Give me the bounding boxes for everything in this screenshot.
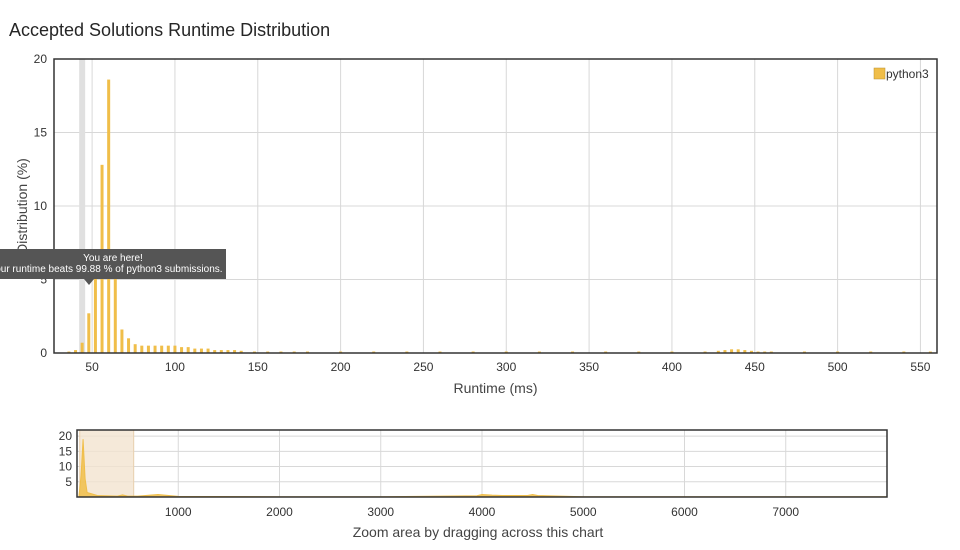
tooltip-line-2: Your runtime beats 99.88 % of python3 su… [0,264,223,275]
current-runtime-marker [79,59,86,353]
bar [80,342,84,353]
x-tick-label: 500 [828,360,848,374]
navigator-series-python3 [78,439,888,498]
navigator-y-tick-label: 5 [65,475,72,489]
navigator-x-tick-label: 3000 [367,505,394,519]
bar [127,338,131,353]
bar [113,270,117,353]
main-grid [54,58,937,354]
x-tick-label: 200 [331,360,351,374]
zoom-window[interactable] [79,429,135,498]
bar [107,79,111,353]
tooltip-pointer [84,279,94,285]
x-tick-label: 50 [85,360,99,374]
navigator-x-tick-label: 5000 [570,505,597,519]
navigator-x-tick-label: 2000 [266,505,293,519]
y-tick-label: 10 [34,199,48,213]
bar [160,345,164,353]
x-tick-label: 400 [662,360,682,374]
x-tick-label: 550 [910,360,930,374]
legend-swatch-python3[interactable] [873,67,886,80]
bar [186,347,190,353]
y-axis-label: Distribution (%) [14,158,30,254]
legend[interactable]: python3 [873,67,929,81]
main-x-ticks: 50 100 150 200 250 300 350 400 450 500 550 [85,360,930,374]
legend-label-python3[interactable]: python3 [886,67,929,81]
main-bars [67,79,932,353]
y-tick-label: 20 [34,52,48,66]
you-are-here-tooltip: You are here! Your runtime beats 99.88 %… [0,249,226,279]
bar [87,313,91,353]
x-tick-label: 350 [579,360,599,374]
x-tick-label: 250 [413,360,433,374]
bar [153,345,157,353]
x-axis-label: Runtime (ms) [453,380,537,396]
x-tick-label: 450 [745,360,765,374]
navigator-x-tick-label: 4000 [469,505,496,519]
navigator-x-ticks: 1000 2000 3000 4000 5000 6000 7000 [165,505,800,519]
navigator-x-tick-label: 1000 [165,505,192,519]
navigator-y-tick-label: 20 [59,429,73,443]
bar [120,329,124,353]
navigator-caption: Zoom area by dragging across this chart [353,524,604,540]
bar [166,345,170,353]
navigator-y-tick-label: 15 [59,444,73,458]
x-tick-label: 100 [165,360,185,374]
navigator-x-tick-label: 7000 [772,505,799,519]
navigator-grid [77,430,887,497]
bar [173,345,177,353]
bar [140,345,144,353]
x-tick-label: 300 [496,360,516,374]
y-tick-label: 0 [40,346,47,360]
y-tick-label: 15 [34,126,48,140]
bar [180,347,184,353]
bar [146,345,150,353]
bar [133,344,137,353]
navigator-x-tick-label: 6000 [671,505,698,519]
main-y-ticks: 05101520 [34,52,48,360]
navigator-y-ticks: 510 1520 [59,429,73,489]
navigator-y-tick-label: 10 [59,460,73,474]
x-tick-label: 150 [248,360,268,374]
tooltip-line-1: You are here! [83,253,143,264]
